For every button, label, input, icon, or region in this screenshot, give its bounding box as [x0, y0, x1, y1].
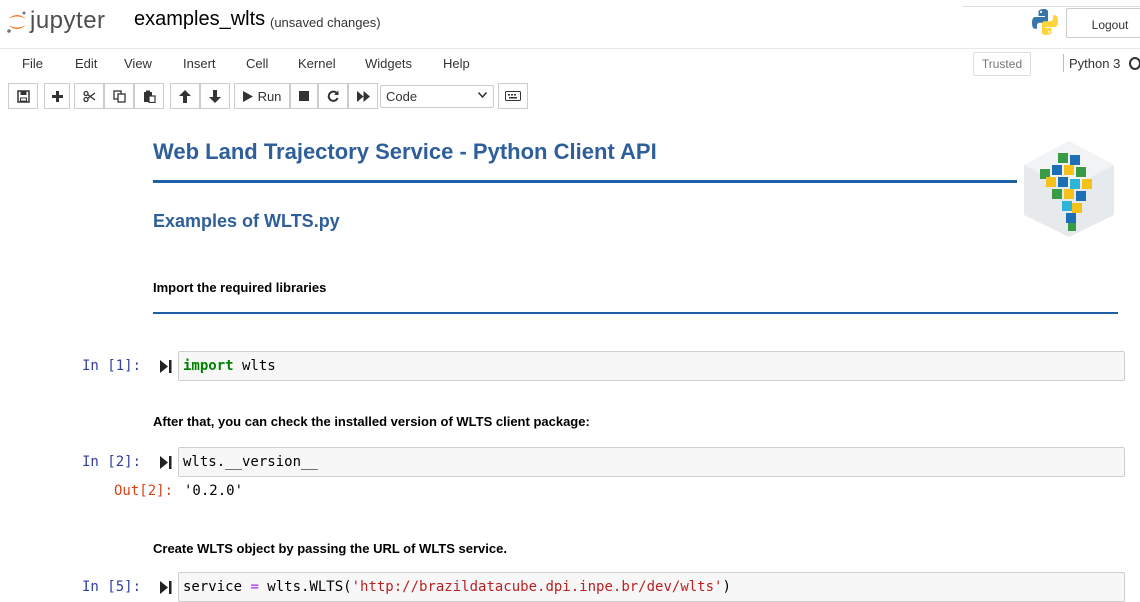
chevron-down-icon: [478, 92, 487, 98]
code-operator: =: [250, 579, 259, 595]
restart-button[interactable]: [318, 83, 348, 109]
markdown-create: Create WLTS object by passing the URL of…: [153, 541, 507, 556]
menu-edit[interactable]: Edit: [75, 56, 97, 71]
menu-cell[interactable]: Cell: [246, 56, 268, 71]
notebook-name[interactable]: examples_wlts: [134, 8, 265, 31]
paste-button[interactable]: [134, 83, 164, 109]
notebook-subtitle: Examples of WLTS.py: [153, 211, 340, 231]
menu-help[interactable]: Help: [443, 56, 470, 71]
arrow-up-icon: [179, 89, 191, 103]
section-rule: [153, 312, 1118, 314]
code-cell-3[interactable]: service = wlts.WLTS('http://brazildatacu…: [178, 572, 1125, 602]
run-cell-icon[interactable]: [160, 360, 172, 373]
cell-type-select[interactable]: Code: [380, 85, 494, 108]
cut-button[interactable]: [74, 83, 104, 109]
code-text: wlts: [233, 358, 276, 374]
move-down-button[interactable]: [200, 83, 230, 109]
menu-widgets[interactable]: Widgets: [365, 56, 412, 71]
code-keyword: import: [183, 358, 234, 374]
move-up-button[interactable]: [170, 83, 200, 109]
play-icon: [242, 90, 253, 102]
menubar: File Edit View Insert Cell Kernel Widget…: [0, 48, 1140, 79]
output-prompt: Out[2]:: [114, 483, 174, 499]
cell-output: '0.2.0': [184, 483, 244, 499]
keyboard-icon: [505, 91, 521, 101]
jupyter-logo-icon: [7, 11, 26, 33]
input-prompt: In [1]:: [82, 358, 142, 374]
notebook-area: Web Land Trajectory Service - Python Cli…: [0, 112, 1140, 602]
command-palette-button[interactable]: [498, 83, 528, 109]
restart-run-all-button[interactable]: [348, 83, 378, 109]
interrupt-button[interactable]: [290, 83, 318, 109]
menu-kernel[interactable]: Kernel: [298, 56, 336, 71]
insert-cell-button[interactable]: [44, 83, 70, 109]
input-prompt: In [2]:: [82, 454, 142, 470]
jupyter-logo-text: jupyter: [30, 7, 106, 34]
toolbar: Run Code: [0, 83, 1140, 111]
menu-view[interactable]: View: [124, 56, 152, 71]
code-text: wlts.WLTS(: [258, 579, 352, 595]
stop-icon: [299, 91, 309, 101]
cell-type-value: Code: [386, 89, 418, 104]
kernel-idle-icon: [1129, 57, 1140, 70]
python-logo-icon: [1032, 9, 1058, 35]
restart-icon: [327, 90, 339, 102]
input-prompt: In [5]:: [82, 579, 142, 595]
markdown-import: Import the required libraries: [153, 280, 327, 295]
kernel-name[interactable]: Python 3: [1069, 56, 1120, 71]
title-rule: [153, 180, 1017, 183]
code-string: 'http://brazildatacube.dpi.inpe.br/dev/w…: [351, 579, 723, 595]
markdown-version: After that, you can check the installed …: [153, 414, 590, 429]
save-button[interactable]: [8, 83, 38, 109]
menu-insert[interactable]: Insert: [183, 56, 216, 71]
jupyter-logo[interactable]: jupyter: [6, 6, 124, 40]
code-cell-1[interactable]: import wlts: [178, 351, 1125, 381]
header: jupyter examples_wlts (unsaved changes) …: [0, 0, 1140, 46]
scissors-icon: [82, 90, 95, 102]
run-cell-icon[interactable]: [160, 456, 172, 469]
menu-file[interactable]: File: [22, 56, 43, 71]
trusted-indicator[interactable]: Trusted: [973, 52, 1031, 76]
run-cell-icon[interactable]: [160, 581, 172, 594]
arrow-down-icon: [209, 89, 221, 103]
plus-icon: [51, 90, 63, 102]
code-text: service: [183, 579, 251, 595]
code-text: ): [722, 579, 731, 595]
logout-button[interactable]: Logout: [1066, 8, 1140, 38]
run-button[interactable]: Run: [234, 83, 290, 109]
fast-forward-icon: [356, 90, 370, 102]
notebook-title: Web Land Trajectory Service - Python Cli…: [153, 139, 657, 164]
code-text: wlts.__version__: [183, 454, 318, 470]
brazil-data-cube-logo-icon: [1024, 141, 1114, 237]
code-cell-2[interactable]: wlts.__version__: [178, 447, 1125, 477]
save-status: (unsaved changes): [270, 15, 381, 30]
copy-button[interactable]: [104, 83, 134, 109]
kernel-separator: [1063, 54, 1064, 72]
save-icon: [16, 89, 30, 103]
paste-icon: [143, 90, 156, 103]
copy-icon: [112, 89, 126, 103]
run-button-label: Run: [257, 88, 282, 104]
